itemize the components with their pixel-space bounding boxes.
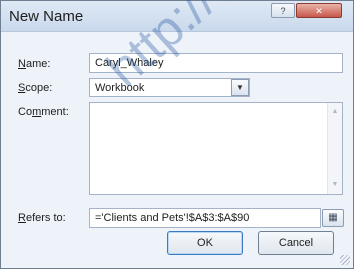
range-select-icon: ▦ [328, 212, 338, 223]
resize-grip[interactable] [340, 255, 350, 265]
name-input[interactable]: Caryl_Whaley [89, 53, 343, 73]
close-icon: ✕ [315, 6, 323, 16]
scroll-down-icon[interactable]: ▼ [328, 178, 342, 192]
refers-to-input[interactable]: ='Clients and Pets'!$A$3:$A$90 [89, 208, 321, 228]
collapse-dialog-button[interactable]: ▦ [322, 209, 344, 227]
comment-scrollbar[interactable]: ▲ ▼ [327, 103, 342, 194]
scroll-up-icon[interactable]: ▲ [328, 105, 342, 119]
help-button[interactable]: ? [271, 3, 295, 18]
new-name-dialog: New Name ? ✕ Name: Caryl_Whaley Scope: W… [0, 0, 354, 269]
scope-label: Scope: [18, 82, 53, 94]
comment-textarea[interactable]: ▲ ▼ [89, 102, 343, 195]
title-bar[interactable]: New Name ? ✕ [1, 1, 353, 32]
comment-label: Comment: [18, 106, 69, 118]
refers-to-label: Refers to: [18, 212, 66, 224]
cancel-button[interactable]: Cancel [258, 231, 334, 255]
scope-dropdown-button[interactable]: ▼ [231, 79, 249, 96]
scope-select[interactable]: Workbook [89, 78, 250, 97]
dialog-title: New Name [9, 8, 84, 25]
ok-button[interactable]: OK [167, 231, 243, 255]
name-label: Name: [18, 58, 51, 70]
help-icon: ? [280, 6, 286, 16]
chevron-down-icon: ▼ [236, 83, 244, 92]
close-button[interactable]: ✕ [296, 3, 342, 18]
